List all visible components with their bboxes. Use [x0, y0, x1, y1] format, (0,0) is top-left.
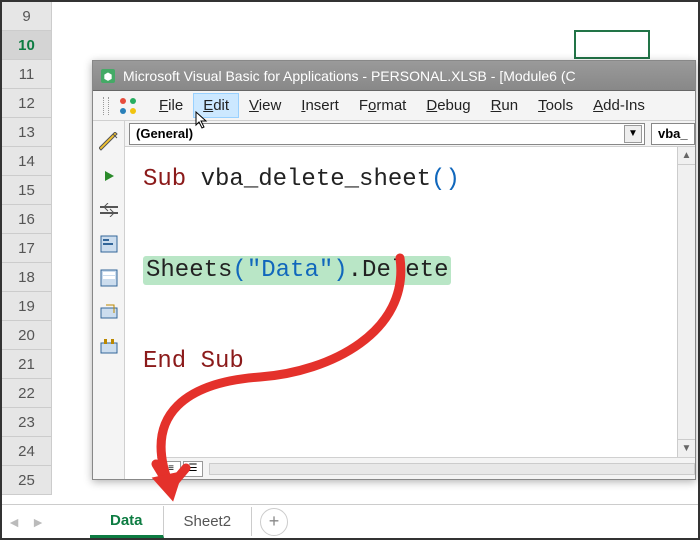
row-header-9[interactable]: 9: [2, 2, 52, 31]
sheets-call: Sheets: [146, 257, 232, 284]
row-header-21[interactable]: 21: [2, 350, 52, 379]
row-header-12[interactable]: 12: [2, 89, 52, 118]
tab-nav-prev[interactable]: ◄: [2, 508, 26, 536]
procedure-dropdown[interactable]: vba_: [651, 123, 695, 145]
dropdown-row: (General) ▼ vba_: [125, 121, 695, 147]
excel-switch-icon[interactable]: [117, 95, 139, 117]
menu-addins[interactable]: Add-Ins: [583, 93, 655, 118]
row-header-14[interactable]: 14: [2, 147, 52, 176]
vba-editor-window: ⬢ Microsoft Visual Basic for Application…: [92, 60, 696, 480]
mouse-cursor-icon: [194, 110, 210, 130]
menu-run[interactable]: Run: [481, 93, 529, 118]
menu-grip[interactable]: [103, 97, 109, 115]
properties-icon[interactable]: [97, 266, 121, 290]
delete-method: .Delete: [348, 257, 449, 284]
row-header-22[interactable]: 22: [2, 379, 52, 408]
toolbar-left: [93, 121, 125, 479]
code-view-footer: ≡ ☰: [157, 457, 695, 479]
row-header-16[interactable]: 16: [2, 205, 52, 234]
end-sub-keyword: End Sub: [143, 348, 244, 375]
code-editor[interactable]: Sub vba_delete_sheet() Sheets("Data").De…: [125, 147, 695, 479]
sub-parens: (): [431, 166, 460, 193]
menu-view[interactable]: View: [239, 93, 291, 118]
rparen: ): [333, 257, 347, 284]
row-header-25[interactable]: 25: [2, 466, 52, 495]
active-cell-indicator[interactable]: [574, 30, 650, 59]
procedure-view-button[interactable]: ≡: [161, 461, 181, 477]
row-header-11[interactable]: 11: [2, 60, 52, 89]
tab-nav-next[interactable]: ►: [26, 508, 50, 536]
menu-format[interactable]: Format: [349, 93, 417, 118]
row-header-10[interactable]: 10: [2, 31, 52, 60]
run-icon[interactable]: [97, 164, 121, 188]
toolbox-icon[interactable]: [97, 334, 121, 358]
lparen: (: [232, 257, 246, 284]
vertical-scrollbar[interactable]: ▲ ▼: [677, 147, 695, 457]
row-header-24[interactable]: 24: [2, 437, 52, 466]
menu-tools[interactable]: Tools: [528, 93, 583, 118]
vba-app-icon: ⬢: [99, 67, 117, 85]
design-mode-icon[interactable]: [97, 130, 121, 154]
row-headers: 910111213141516171819202122232425: [2, 2, 52, 495]
procedure-dropdown-value: vba_: [658, 126, 688, 141]
sub-name: vba_delete_sheet: [201, 166, 431, 193]
row-header-13[interactable]: 13: [2, 118, 52, 147]
full-module-view-button[interactable]: ☰: [183, 461, 203, 477]
object-dropdown-value: (General): [136, 126, 193, 141]
object-browser-icon[interactable]: [97, 300, 121, 324]
menu-debug[interactable]: Debug: [416, 93, 480, 118]
window-title: Microsoft Visual Basic for Applications …: [123, 68, 576, 84]
menu-edit[interactable]: Edit: [193, 93, 239, 118]
menu-bar: File Edit View Insert Format Debug Run T…: [93, 91, 695, 121]
horizontal-scrollbar[interactable]: [209, 463, 695, 475]
menu-insert[interactable]: Insert: [291, 93, 349, 118]
add-sheet-button[interactable]: +: [260, 508, 288, 536]
code-panel: (General) ▼ vba_ Sub vba_delete_sheet() …: [125, 121, 695, 479]
project-explorer-icon[interactable]: [97, 232, 121, 256]
row-header-20[interactable]: 20: [2, 321, 52, 350]
break-icon[interactable]: [97, 198, 121, 222]
chevron-down-icon[interactable]: ▼: [624, 125, 642, 143]
row-header-23[interactable]: 23: [2, 408, 52, 437]
sheet-tab-sheet2[interactable]: Sheet2: [164, 507, 253, 536]
sub-keyword: Sub: [143, 166, 201, 193]
vba-body: (General) ▼ vba_ Sub vba_delete_sheet() …: [93, 121, 695, 479]
menu-file[interactable]: File: [149, 93, 193, 118]
row-header-18[interactable]: 18: [2, 263, 52, 292]
scroll-up-icon[interactable]: ▲: [678, 147, 695, 165]
sheet-tab-data[interactable]: Data: [90, 506, 164, 538]
svg-text:⬢: ⬢: [104, 72, 113, 83]
title-bar[interactable]: ⬢ Microsoft Visual Basic for Application…: [93, 61, 695, 91]
row-header-19[interactable]: 19: [2, 292, 52, 321]
scroll-down-icon[interactable]: ▼: [678, 439, 695, 457]
sheet-string: "Data": [247, 257, 333, 284]
row-header-17[interactable]: 17: [2, 234, 52, 263]
sheet-tab-bar: ◄ ► Data Sheet2 +: [2, 504, 698, 538]
row-header-15[interactable]: 15: [2, 176, 52, 205]
